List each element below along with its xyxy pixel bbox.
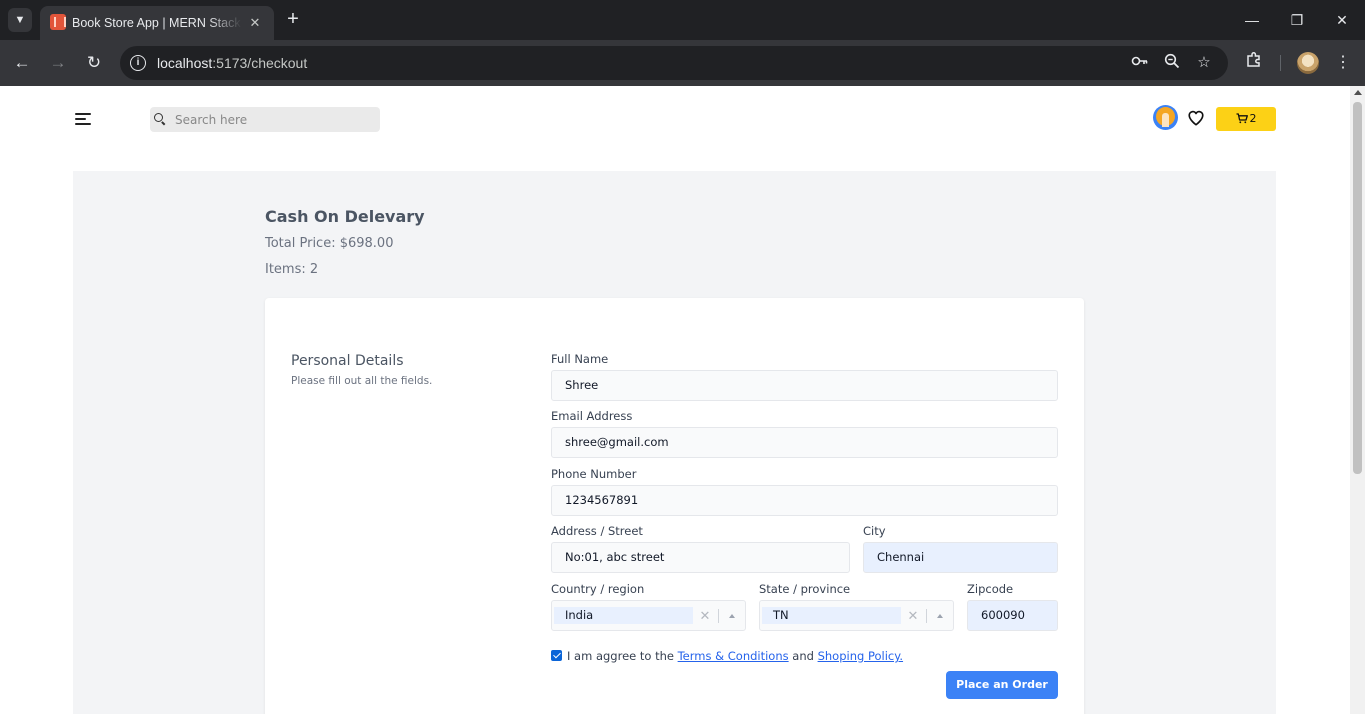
agree-prefix: I am aggree to the (567, 649, 678, 663)
address-label: Address / Street (551, 524, 643, 538)
country-clear-icon[interactable]: ✕ (698, 607, 712, 624)
country-separator (718, 609, 719, 623)
favicon-icon (50, 14, 66, 30)
terms-link[interactable]: Terms & Conditions (678, 649, 789, 663)
country-value: India (554, 607, 693, 624)
checkout-form: Personal Details Please fill out all the… (265, 298, 1084, 714)
agree-text: I am aggree to the Terms & Conditions an… (567, 648, 903, 664)
scroll-up-arrow-icon[interactable] (1354, 90, 1362, 95)
site-info-icon[interactable]: i (130, 55, 146, 71)
minimize-icon[interactable]: — (1240, 8, 1264, 32)
total-price: Total Price: $698.00 (265, 236, 394, 251)
zoom-icon[interactable] (1162, 53, 1182, 73)
section-subtitle: Please fill out all the fields. (291, 375, 433, 387)
browser-tab-strip: ▼ Book Store App | MERN Stack Project ✕ … (0, 0, 1365, 40)
email-label: Email Address (551, 409, 633, 423)
tab-close-icon[interactable]: ✕ (246, 14, 264, 32)
search-icon (154, 113, 166, 125)
tab-list-icon[interactable]: ▼ (8, 8, 32, 32)
address-bar[interactable]: i localhost:5173/checkout ☆ (120, 46, 1228, 80)
password-key-icon[interactable] (1130, 53, 1150, 73)
agree-and: and (788, 649, 818, 663)
zipcode-label: Zipcode (967, 582, 1014, 596)
url-path: :5173/checkout (212, 55, 308, 71)
country-select[interactable]: India ✕ (551, 600, 746, 631)
hamburger-menu-icon[interactable] (75, 113, 91, 126)
bookmark-star-icon[interactable]: ☆ (1194, 53, 1214, 73)
state-clear-icon[interactable]: ✕ (906, 607, 920, 624)
reload-icon[interactable]: ↻ (82, 51, 106, 75)
user-avatar[interactable] (1153, 105, 1178, 130)
extensions-icon[interactable] (1242, 51, 1266, 75)
page-viewport: 2 Cash On Delevary Total Price: $698.00 … (0, 86, 1350, 714)
email-input[interactable]: shree@gmail.com (551, 427, 1058, 458)
scroll-thumb[interactable] (1353, 102, 1362, 474)
state-label: State / province (759, 582, 851, 596)
city-input[interactable]: Chennai (863, 542, 1058, 573)
items-count: Items: 2 (265, 262, 319, 277)
cart-icon (1236, 113, 1248, 124)
full-name-label: Full Name (551, 352, 609, 366)
browser-tab[interactable]: Book Store App | MERN Stack Project ✕ (40, 6, 274, 40)
browser-toolbar: ← → ↻ i localhost:5173/checkout ☆ ⋮ (0, 40, 1365, 86)
profile-avatar[interactable] (1297, 52, 1319, 74)
checkout-panel: Cash On Delevary Total Price: $698.00 It… (73, 171, 1276, 714)
agree-checkbox[interactable] (551, 650, 562, 661)
zipcode-input[interactable]: 600090 (967, 600, 1058, 631)
forward-icon[interactable]: → (46, 51, 70, 75)
url-text[interactable]: localhost:5173/checkout (157, 54, 307, 72)
cart-button[interactable]: 2 (1216, 107, 1276, 131)
tab-title: Book Store App | MERN Stack Project (72, 16, 242, 30)
payment-method-title: Cash On Delevary (265, 207, 425, 226)
country-toggle-icon[interactable] (729, 614, 735, 618)
city-label: City (863, 524, 886, 538)
page-scrollbar[interactable] (1350, 86, 1365, 714)
heart-icon[interactable] (1187, 109, 1205, 127)
phone-label: Phone Number (551, 467, 637, 481)
search-bar (150, 107, 380, 132)
search-input[interactable] (175, 107, 375, 132)
country-label: Country / region (551, 582, 645, 596)
toolbar-divider (1280, 55, 1281, 71)
state-value: TN (762, 607, 901, 624)
window-close-icon[interactable]: ✕ (1330, 8, 1354, 32)
state-separator (926, 609, 927, 623)
phone-input[interactable]: 1234567891 (551, 485, 1058, 516)
state-select[interactable]: TN ✕ (759, 600, 954, 631)
cart-count: 2 (1249, 112, 1257, 125)
full-name-input[interactable]: Shree (551, 370, 1058, 401)
new-tab-button[interactable]: + (282, 8, 304, 32)
section-title: Personal Details (291, 353, 404, 369)
policy-link[interactable]: Shoping Policy. (818, 649, 903, 663)
more-menu-icon[interactable]: ⋮ (1331, 51, 1355, 75)
maximize-icon[interactable]: ❐ (1285, 8, 1309, 32)
address-input[interactable]: No:01, abc street (551, 542, 850, 573)
state-toggle-icon[interactable] (937, 614, 943, 618)
back-icon[interactable]: ← (10, 51, 34, 75)
url-host: localhost (157, 55, 213, 71)
place-order-button[interactable]: Place an Order (946, 671, 1058, 699)
